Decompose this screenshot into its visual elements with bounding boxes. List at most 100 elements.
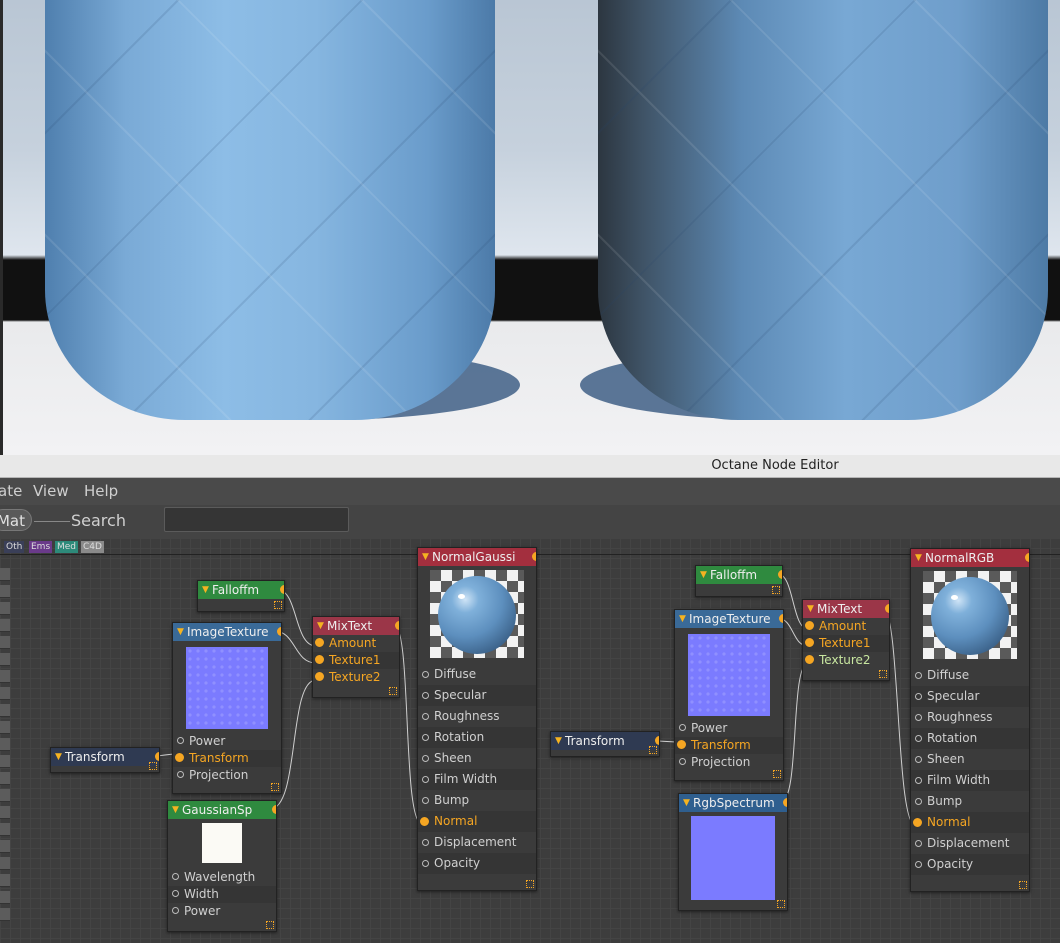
pin-dot-icon[interactable] <box>915 672 922 679</box>
palette-item[interactable] <box>0 874 10 887</box>
collapse-triangle-icon[interactable]: ▼ <box>679 610 686 628</box>
node-mix-texture[interactable]: ▼ MixText Amount Texture1 Texture2 <box>312 616 400 698</box>
node-header[interactable]: ▼ RgbSpectrum <box>679 794 787 812</box>
pin-power[interactable]: Power <box>168 903 276 920</box>
resize-handle-icon[interactable] <box>271 783 279 791</box>
pin-dot-icon[interactable] <box>805 638 814 647</box>
pin-transform[interactable]: Transform <box>173 750 281 767</box>
pin-specular[interactable]: Specular <box>911 686 1029 707</box>
pin-amount[interactable]: Amount <box>803 618 889 635</box>
node-header[interactable]: ▼ ImageTexture <box>173 623 281 641</box>
palette-item[interactable] <box>0 619 10 632</box>
pin-opacity[interactable]: Opacity <box>418 853 536 874</box>
node-image-texture[interactable]: ▼ ImageTexture Power Transform Projection <box>172 622 282 794</box>
pin-diffuse[interactable]: Diffuse <box>911 665 1029 686</box>
pin-dot-icon[interactable] <box>175 753 184 762</box>
pin-amount[interactable]: Amount <box>313 635 399 652</box>
collapse-triangle-icon[interactable]: ▼ <box>55 748 62 766</box>
pin-dot-icon[interactable] <box>915 735 922 742</box>
pin-dot-icon[interactable] <box>172 907 179 914</box>
pin-dot-icon[interactable] <box>177 771 184 778</box>
palette-item[interactable] <box>0 636 10 649</box>
palette-item[interactable] <box>0 585 10 598</box>
resize-handle-icon[interactable] <box>526 880 534 888</box>
output-port[interactable] <box>532 552 536 561</box>
node-material-normal-rgb[interactable]: ▼ NormalRGB Diffuse Specular Roughness Ro… <box>910 548 1030 892</box>
pin-texture2[interactable]: Texture2 <box>803 652 889 669</box>
node-canvas[interactable]: Oth Ems Med C4D ▼ Falloffm ▼ ImageTextur… <box>0 538 1060 943</box>
pin-dot-icon[interactable] <box>315 638 324 647</box>
node-header[interactable]: ▼ MixText <box>803 600 889 618</box>
pin-dot-icon[interactable] <box>805 621 814 630</box>
pin-dot-icon[interactable] <box>422 839 429 846</box>
pin-dot-icon[interactable] <box>422 860 429 867</box>
pin-projection[interactable]: Projection <box>173 767 281 784</box>
pin-sheen[interactable]: Sheen <box>418 748 536 769</box>
window-titlebar[interactable]: Octane Node Editor <box>0 455 1060 478</box>
pin-displacement[interactable]: Displacement <box>418 832 536 853</box>
pin-rotation[interactable]: Rotation <box>911 728 1029 749</box>
tag-medium[interactable]: Med <box>55 541 79 553</box>
node-material-normal-gaussian[interactable]: ▼ NormalGaussi Diffuse Specular Roughness… <box>417 547 537 891</box>
pin-dot-icon[interactable] <box>422 671 429 678</box>
palette-item[interactable] <box>0 738 10 751</box>
palette-item[interactable] <box>0 840 10 853</box>
pin-dot-icon[interactable] <box>915 798 922 805</box>
pin-dot-icon[interactable] <box>915 714 922 721</box>
pin-projection[interactable]: Projection <box>675 754 783 771</box>
pin-dot-icon[interactable] <box>679 724 686 731</box>
node-header[interactable]: ▼ Falloffm <box>198 581 284 599</box>
collapse-triangle-icon[interactable]: ▼ <box>700 566 707 584</box>
pin-dot-icon[interactable] <box>422 713 429 720</box>
palette-item[interactable] <box>0 908 10 921</box>
pin-texture1[interactable]: Texture1 <box>313 652 399 669</box>
palette-item[interactable] <box>0 721 10 734</box>
node-header[interactable]: ▼ ImageTexture <box>675 610 783 628</box>
pin-bump[interactable]: Bump <box>911 791 1029 812</box>
palette-item[interactable] <box>0 568 10 581</box>
node-gaussian-spectrum[interactable]: ▼ GaussianSp Wavelength Width Power <box>167 800 277 932</box>
menu-view[interactable]: View <box>33 482 69 500</box>
pin-rotation[interactable]: Rotation <box>418 727 536 748</box>
tag-c4d[interactable]: C4D <box>81 541 104 553</box>
resize-handle-icon[interactable] <box>274 601 282 609</box>
node-mix-texture[interactable]: ▼ MixText Amount Texture1 Texture2 <box>802 599 890 681</box>
search-input[interactable] <box>164 507 349 532</box>
pin-dot-icon[interactable] <box>315 672 324 681</box>
palette-item[interactable] <box>0 755 10 768</box>
pin-dot-icon[interactable] <box>422 797 429 804</box>
resize-handle-icon[interactable] <box>649 746 657 754</box>
pin-normal[interactable]: Normal <box>418 811 536 832</box>
pin-dot-icon[interactable] <box>420 817 429 826</box>
collapse-triangle-icon[interactable]: ▼ <box>317 617 324 635</box>
resize-handle-icon[interactable] <box>1019 881 1027 889</box>
palette-item[interactable] <box>0 653 10 666</box>
pin-film-width[interactable]: Film Width <box>911 770 1029 791</box>
pin-dot-icon[interactable] <box>915 756 922 763</box>
node-header[interactable]: ▼ Falloffm <box>696 566 782 584</box>
node-falloff[interactable]: ▼ Falloffm <box>197 580 285 612</box>
pin-dot-icon[interactable] <box>315 655 324 664</box>
resize-handle-icon[interactable] <box>773 770 781 778</box>
node-rgb-spectrum[interactable]: ▼ RgbSpectrum <box>678 793 788 911</box>
palette-item[interactable] <box>0 772 10 785</box>
resize-handle-icon[interactable] <box>772 586 780 594</box>
node-image-texture[interactable]: ▼ ImageTexture Power Transform Projection <box>674 609 784 781</box>
menu-create[interactable]: ate <box>0 482 22 500</box>
pin-dot-icon[interactable] <box>422 692 429 699</box>
pin-dot-icon[interactable] <box>915 861 922 868</box>
tag-other[interactable]: Oth <box>4 541 25 553</box>
collapse-triangle-icon[interactable]: ▼ <box>202 581 209 599</box>
pin-diffuse[interactable]: Diffuse <box>418 664 536 685</box>
output-port[interactable] <box>783 798 787 807</box>
resize-handle-icon[interactable] <box>266 921 274 929</box>
palette-item[interactable] <box>0 891 10 904</box>
pin-film-width[interactable]: Film Width <box>418 769 536 790</box>
pin-dot-icon[interactable] <box>172 873 179 880</box>
pin-dot-icon[interactable] <box>915 693 922 700</box>
pin-roughness[interactable]: Roughness <box>418 706 536 727</box>
output-port[interactable] <box>655 736 659 745</box>
pin-dot-icon[interactable] <box>679 758 686 765</box>
node-header[interactable]: ▼ MixText <box>313 617 399 635</box>
palette-item[interactable] <box>0 857 10 870</box>
